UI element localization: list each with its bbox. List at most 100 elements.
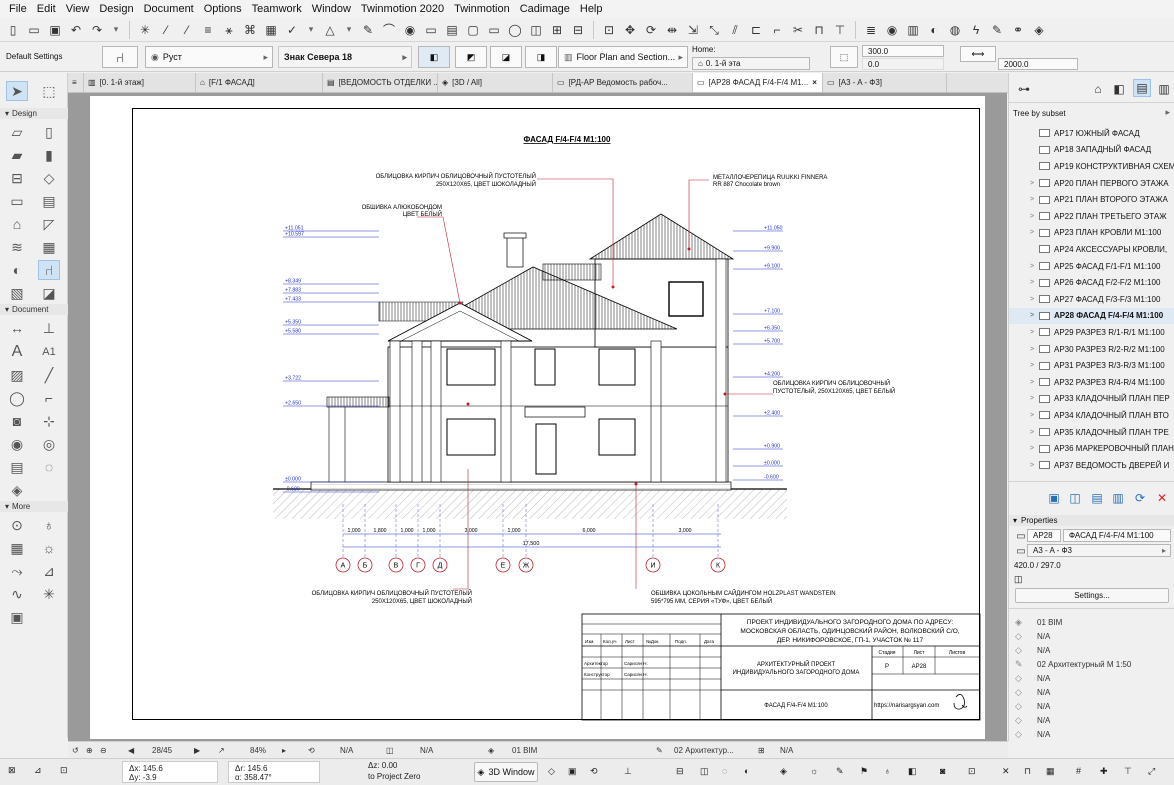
default-settings-label[interactable]: Default Settings: [6, 52, 62, 61]
drawing-tool-icon[interactable]: ◙: [6, 411, 28, 431]
elevation-field[interactable]: 0.0: [862, 58, 944, 70]
crosshair-icon[interactable]: ✚: [1100, 766, 1108, 777]
check-icon[interactable]: ✓: [283, 21, 301, 39]
navigator-item[interactable]: > АР25 ФАСАД F/1-F/1 М1:100: [1009, 258, 1174, 275]
ruler-icon[interactable]: ▭: [422, 21, 440, 39]
mirror-icon[interactable]: ⇹: [663, 21, 681, 39]
properties-id-field[interactable]: AP28: [1027, 529, 1061, 542]
tab-ap28-facade[interactable]: ▭ [AP28 ФАСАД F/4-F/4 M1... ×: [693, 73, 823, 92]
section-tool-icon[interactable]: ⊹: [38, 411, 60, 431]
detail-tool-icon[interactable]: ◌: [38, 457, 60, 477]
wall-tool-icon[interactable]: ▱: [6, 122, 28, 142]
save-icon[interactable]: ▣: [46, 21, 64, 39]
chevron-right-icon[interactable]: >: [1030, 229, 1039, 236]
worksheet-tool-icon[interactable]: ▤: [6, 457, 28, 477]
dims-icon[interactable]: ⊡: [968, 766, 976, 777]
property-row[interactable]: ✎ 02 Архитектурный М 1:50: [1009, 657, 1174, 671]
height-icon-button[interactable]: ⬚: [830, 46, 858, 68]
tab-facade-f1[interactable]: ⌂ [F/1 ФАСАД]: [196, 73, 323, 92]
palette-icon[interactable]: ⌘: [241, 21, 259, 39]
menu-help[interactable]: Help: [575, 0, 608, 18]
navigator-item[interactable]: > АР23 ПЛАН КРОВЛИ М1:100: [1009, 225, 1174, 242]
grid-snap-icon[interactable]: ▦: [1046, 766, 1055, 777]
box-icon[interactable]: ▣: [568, 766, 577, 777]
stretch-icon[interactable]: ⇲: [684, 21, 702, 39]
publisher-icon[interactable]: ▥: [1155, 80, 1173, 98]
diagonal-method-button[interactable]: ◨: [525, 46, 557, 68]
pen-icon[interactable]: ✎: [656, 746, 663, 755]
delete-icon[interactable]: ✕: [1153, 489, 1171, 507]
redo-icon[interactable]: ↷: [88, 21, 106, 39]
ellipse-icon[interactable]: ◯: [506, 21, 524, 39]
pen-icon[interactable]: ✎: [988, 21, 1006, 39]
chevron-right-icon[interactable]: >: [1030, 429, 1039, 436]
rotate-method-button[interactable]: ◩: [455, 46, 487, 68]
property-row[interactable]: ◇ N/A: [1009, 727, 1174, 741]
adjust-icon[interactable]: ⊤: [831, 21, 849, 39]
tab-master-layout[interactable]: ▭ [A3 - A - Ф3]: [823, 73, 947, 92]
group-icon[interactable]: ⊟: [569, 21, 587, 39]
new-subset-icon[interactable]: ▤: [1088, 489, 1106, 507]
skylight-tool-icon[interactable]: ◇: [38, 168, 60, 188]
arc-tool-icon[interactable]: ∿: [6, 584, 28, 604]
property-row[interactable]: ◇ N/A: [1009, 629, 1174, 643]
place-drawing-icon[interactable]: ▥: [1109, 489, 1127, 507]
chevron-right-icon[interactable]: >: [1030, 362, 1039, 369]
flag-icon[interactable]: ⚑: [860, 766, 868, 777]
chevron-right-icon[interactable]: >: [1030, 462, 1039, 469]
navigator-item[interactable]: > АР22 ПЛАН ТРЕТЬЕГО ЭТАЖ: [1009, 208, 1174, 225]
rotate-icon[interactable]: ⟳: [642, 21, 660, 39]
marquee-tool-icon[interactable]: ⬚: [38, 81, 60, 101]
figure-tool-icon[interactable]: ▣: [6, 607, 28, 627]
navigator-item[interactable]: АР24 АКСЕССУАРЫ КРОВЛИ,: [1009, 241, 1174, 258]
dimension-icon-button[interactable]: ⟷: [960, 46, 996, 62]
elevation-tool-icon[interactable]: ◉: [6, 434, 28, 454]
layer-icon[interactable]: ◈: [488, 746, 494, 755]
resize-icon[interactable]: ⤡: [705, 21, 723, 39]
zoom-level[interactable]: 84%: [250, 746, 266, 755]
properties-name-field[interactable]: ФАСАД F/4-F/4 M1:100: [1063, 529, 1171, 542]
delta-xy-field[interactable]: Δx: 145.6 Δy: -3.9: [122, 761, 218, 783]
offset-all-icon[interactable]: ⊏: [747, 21, 765, 39]
snap-icon[interactable]: ⊿: [34, 765, 42, 776]
fillet-icon[interactable]: ⌐: [768, 21, 786, 39]
layout-canvas[interactable]: ФАСАД F/4-F/4 М1:100 +11.051 +10.597 +8.…: [68, 93, 1007, 741]
home-story-dropdown[interactable]: ⌂ 0. 1-й эта: [692, 57, 810, 70]
paint-icon[interactable]: ✎: [836, 766, 844, 777]
chevron-down-icon[interactable]: ▾: [304, 21, 318, 39]
layout-book-icon[interactable]: ▤: [1133, 79, 1151, 97]
navigator-item[interactable]: > АР29 РАЗРЕЗ R/1-R/1 М1:100: [1009, 324, 1174, 341]
object-tool-icon[interactable]: ⑁: [38, 260, 60, 280]
trace-icon[interactable]: ◐: [925, 21, 943, 39]
shell-tool-icon[interactable]: ◸: [38, 214, 60, 234]
beam-tool-icon[interactable]: ▰: [6, 145, 28, 165]
navigator-item[interactable]: > АР32 РАЗРЕЗ R/4-R/4 М1:100: [1009, 374, 1174, 391]
section-cut-icon[interactable]: ⊟: [676, 766, 684, 777]
move-icon[interactable]: ✥: [621, 21, 639, 39]
offset-icon[interactable]: △: [321, 21, 339, 39]
hash-icon[interactable]: #: [1076, 766, 1081, 776]
grid-element-tool-icon[interactable]: ⊙: [6, 515, 28, 535]
menu-options[interactable]: Options: [199, 0, 247, 18]
navigator-item[interactable]: > АР30 РАЗРЕЗ R/2-R/2 М1:100: [1009, 341, 1174, 358]
next-page-icon[interactable]: ▶: [194, 746, 200, 755]
layers-icon[interactable]: ◫: [527, 21, 545, 39]
sun-icon[interactable]: ✳: [136, 21, 154, 39]
floor-plan-section-button[interactable]: ▥ Floor Plan and Section... ▸: [558, 46, 688, 68]
property-row[interactable]: ◇ N/A: [1009, 713, 1174, 727]
length-field[interactable]: 2000.0: [998, 58, 1078, 70]
tracker-toggle-icon[interactable]: ✕: [1002, 766, 1010, 777]
camera-icon[interactable]: ◙: [940, 766, 945, 776]
rotation-icon[interactable]: ⟲: [308, 746, 315, 755]
tabs-menu-icon[interactable]: ≡: [68, 73, 84, 92]
menu-design[interactable]: Design: [94, 0, 138, 18]
sun-icon[interactable]: ☼: [810, 766, 818, 776]
navigator-item[interactable]: АР17 ЮЖНЫЙ ФАСАД: [1009, 125, 1174, 142]
scale-icon[interactable]: ◫: [386, 746, 394, 755]
zoom-fit-icon[interactable]: ⊕: [86, 746, 93, 755]
lamp-tool-icon[interactable]: ♁: [38, 515, 60, 535]
menu-twinmotion[interactable]: Twinmotion: [449, 0, 515, 18]
property-row[interactable]: ◇ N/A: [1009, 671, 1174, 685]
navigator-item[interactable]: > АР20 ПЛАН ПЕРВОГО ЭТАЖА: [1009, 175, 1174, 192]
menu-file[interactable]: File: [4, 0, 32, 18]
